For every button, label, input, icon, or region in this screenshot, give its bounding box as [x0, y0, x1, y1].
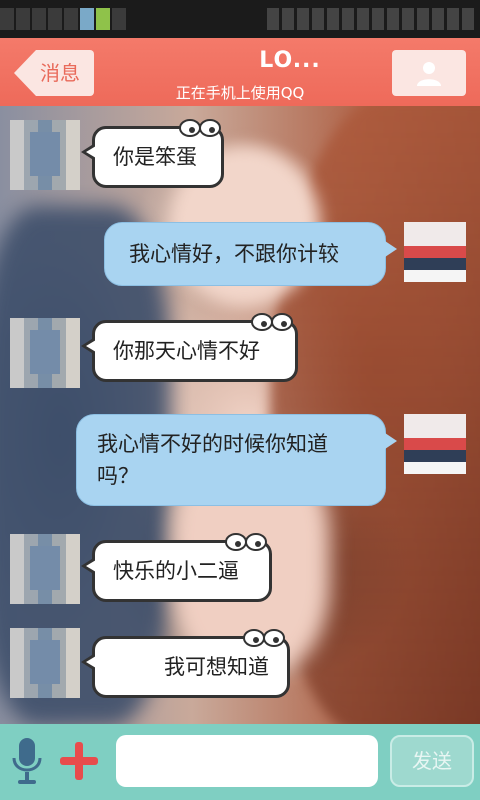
profile-button[interactable] — [392, 50, 466, 96]
my-avatar[interactable] — [404, 414, 466, 474]
profile-icon — [417, 62, 441, 86]
message-text: 我可想知道 — [164, 655, 269, 679]
chat-title: LO... — [259, 48, 321, 73]
back-button-label: 消息 — [40, 61, 80, 85]
message-bubble-sent[interactable]: 我心情好，不跟你计较 — [104, 222, 397, 286]
chat-area[interactable]: 你是笨蛋 我心情好，不跟你计较 你那天心情不好 我心情不好的时候你知道吗？ 快乐… — [0, 106, 480, 724]
bubble-eyes-icon — [243, 629, 285, 647]
message-text: 我心情不好的时候你知道吗？ — [97, 432, 328, 488]
chat-header: 消息 LO... 正在手机上使用QQ — [0, 38, 480, 106]
chat-subtitle: 正在手机上使用QQ — [175, 84, 305, 102]
message-bubble-sent[interactable]: 我心情不好的时候你知道吗？ — [76, 414, 397, 506]
bubble-eyes-icon — [225, 533, 267, 551]
bubble-eyes-icon — [179, 119, 221, 137]
contact-avatar[interactable] — [10, 534, 80, 604]
microphone-icon[interactable] — [10, 736, 44, 786]
bubble-eyes-icon — [251, 313, 293, 331]
back-button[interactable]: 消息 — [14, 50, 94, 96]
status-icons-right — [264, 8, 474, 30]
status-bar — [0, 0, 480, 38]
contact-avatar[interactable] — [10, 318, 80, 388]
message-text: 你那天心情不好 — [113, 339, 260, 363]
contact-avatar[interactable] — [10, 628, 80, 698]
my-avatar[interactable] — [404, 222, 466, 282]
contact-avatar[interactable] — [10, 120, 80, 190]
message-text: 你是笨蛋 — [113, 145, 197, 169]
message-text: 我心情好，不跟你计较 — [129, 242, 339, 266]
plus-icon[interactable] — [58, 740, 100, 782]
composer-bar: 发送 — [0, 724, 480, 800]
status-icons-left — [0, 8, 128, 30]
send-button[interactable]: 发送 — [390, 735, 474, 787]
message-text: 快乐的小二逼 — [113, 559, 239, 583]
message-input[interactable] — [116, 735, 378, 787]
